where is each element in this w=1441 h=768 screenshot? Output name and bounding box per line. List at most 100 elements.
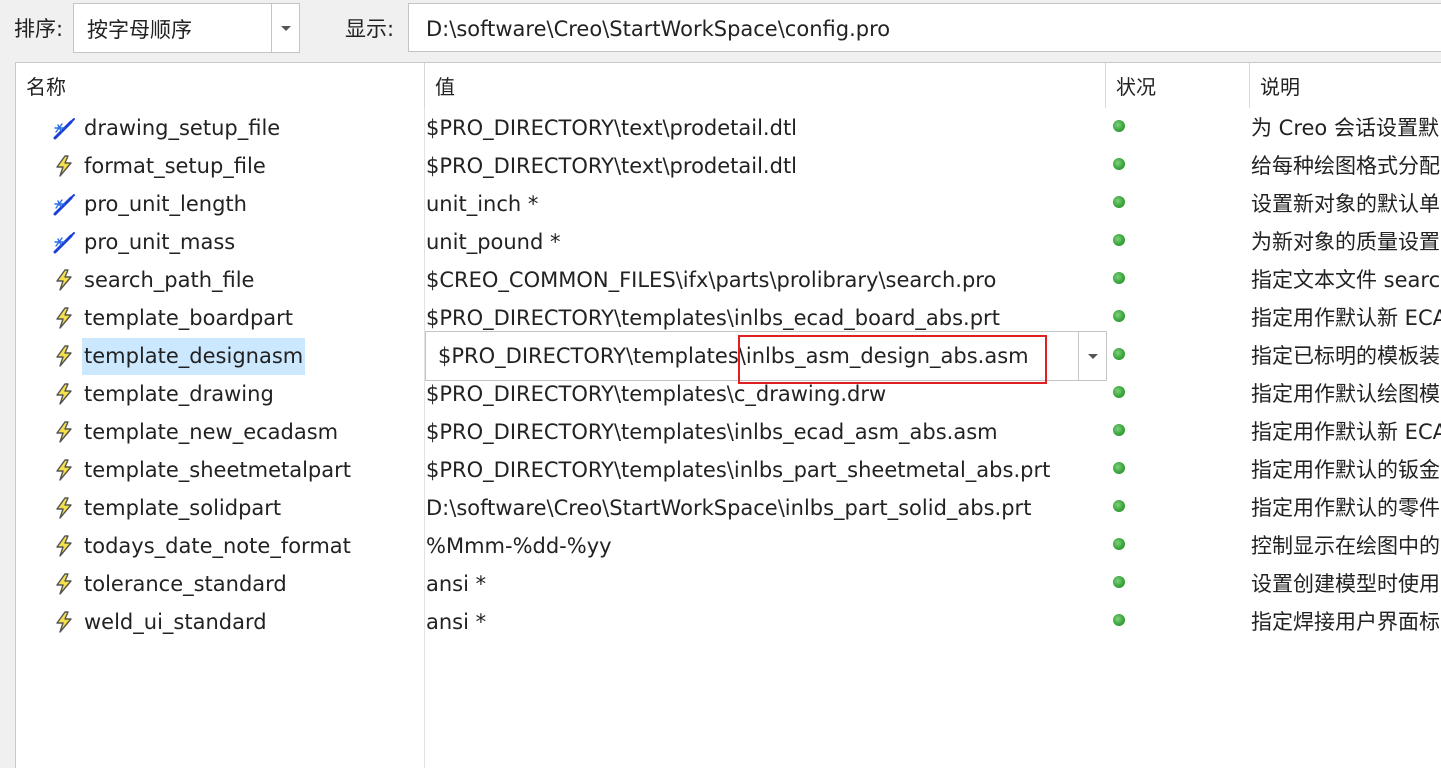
option-value[interactable]: $PRO_DIRECTORY\templates\inlbs_ecad_asm_…: [426, 413, 1116, 451]
option-description: 指定用作默认的零件: [1251, 496, 1440, 520]
option-value[interactable]: $PRO_DIRECTORY\templates\inlbs_part_shee…: [426, 451, 1116, 489]
row-name-cell[interactable]: tolerance_standard: [82, 565, 422, 603]
value-editor-dropdown-button[interactable]: [1078, 332, 1106, 380]
option-description: 为新对象的质量设置: [1251, 230, 1440, 254]
option-value[interactable]: unit_pound *: [426, 223, 1116, 261]
option-name: template_designasm: [82, 338, 306, 375]
status-ok-icon: [1113, 310, 1125, 322]
option-name: pro_unit_mass: [84, 230, 236, 254]
option-name: weld_ui_standard: [84, 610, 267, 634]
column-header-value-label: 值: [435, 75, 455, 99]
option-name: search_path_file: [84, 268, 255, 292]
row-name-cell[interactable]: drawing_setup_file: [82, 109, 422, 147]
row-name-cell[interactable]: pro_unit_mass: [82, 223, 422, 261]
row-name-cell[interactable]: format_setup_file: [82, 147, 422, 185]
status-ok-icon: [1113, 538, 1125, 550]
column-header-name[interactable]: 名称: [16, 63, 425, 108]
sort-dropdown-button[interactable]: [271, 4, 299, 52]
table-row[interactable]: pro_unit_mass unit_pound * 为新对象的质量设置: [16, 223, 1441, 261]
column-header-value[interactable]: 值: [425, 63, 1106, 108]
status-ok-icon: [1113, 576, 1125, 588]
row-name-cell[interactable]: template_new_ecadasm: [82, 413, 422, 451]
option-name: template_new_ecadasm: [84, 420, 339, 444]
table-row[interactable]: drawing_setup_file $PRO_DIRECTORY\text\pr…: [16, 109, 1441, 147]
status-ok-icon: [1113, 424, 1125, 436]
table-row[interactable]: pro_unit_length unit_inch * 设置新对象的默认单: [16, 185, 1441, 223]
lightning-icon: [52, 382, 76, 406]
status-cell: [1106, 489, 1246, 527]
column-header-status[interactable]: 状况: [1106, 63, 1250, 108]
status-cell: [1106, 261, 1246, 299]
toolbar: 排序: 按字母顺序 显示: D:\software\Creo\StartWork…: [0, 0, 1441, 62]
wand-icon: [52, 192, 76, 216]
row-name-cell[interactable]: weld_ui_standard: [82, 603, 422, 641]
option-name: template_drawing: [84, 382, 274, 406]
row-name-cell[interactable]: template_drawing: [82, 375, 422, 413]
row-name-cell[interactable]: search_path_file: [82, 261, 422, 299]
chevron-down-icon: [1087, 354, 1098, 359]
option-value[interactable]: ansi *: [426, 603, 1116, 641]
row-name-cell[interactable]: template_solidpart: [82, 489, 422, 527]
lightning-icon: [52, 496, 76, 520]
status-ok-icon: [1113, 120, 1125, 132]
table-header: 名称 值 状况 说明: [16, 63, 1441, 108]
option-description: 控制显示在绘图中的: [1251, 534, 1440, 558]
row-name-cell[interactable]: template_sheetmetalpart: [82, 451, 422, 489]
sort-dropdown-value: 按字母顺序: [87, 18, 192, 42]
status-cell: [1106, 147, 1246, 185]
status-ok-icon: [1113, 386, 1125, 398]
table-row[interactable]: todays_date_note_format %Mmm-%dd-%yy 控制显示在…: [16, 527, 1441, 565]
chevron-down-icon: [280, 26, 291, 31]
lightning-icon: [52, 344, 76, 368]
lightning-icon: [52, 268, 76, 292]
table-row[interactable]: search_path_file $CREO_COMMON_FILES\ifx\p…: [16, 261, 1441, 299]
table-row[interactable]: template_sheetmetalpart $PRO_DIRECTORY\te…: [16, 451, 1441, 489]
option-value[interactable]: $PRO_DIRECTORY\text\prodetail.dtl: [426, 147, 1116, 185]
row-name-cell[interactable]: todays_date_note_format: [82, 527, 422, 565]
option-name: todays_date_note_format: [84, 534, 351, 558]
option-value[interactable]: $CREO_COMMON_FILES\ifx\parts\prolibrary\…: [426, 261, 1116, 299]
status-cell: [1106, 299, 1246, 337]
status-cell: [1106, 375, 1246, 413]
lightning-icon: [52, 458, 76, 482]
option-description: 指定用作默认的钣金: [1251, 458, 1440, 482]
option-value[interactable]: unit_inch *: [426, 185, 1116, 223]
lightning-icon: [52, 420, 76, 444]
table-row[interactable]: format_setup_file $PRO_DIRECTORY\text\pro…: [16, 147, 1441, 185]
table-row[interactable]: template_new_ecadasm $PRO_DIRECTORY\templ…: [16, 413, 1441, 451]
sort-dropdown[interactable]: 按字母顺序: [73, 3, 300, 53]
column-header-desc-label: 说明: [1260, 75, 1300, 99]
status-cell: [1106, 413, 1246, 451]
row-name-cell[interactable]: template_designasm: [82, 337, 422, 375]
annotation-highlight-box: [738, 335, 1047, 384]
option-value[interactable]: ansi *: [426, 565, 1116, 603]
status-ok-icon: [1113, 158, 1125, 170]
status-cell: [1106, 451, 1246, 489]
status-cell: [1106, 565, 1246, 603]
row-name-cell[interactable]: template_boardpart: [82, 299, 422, 337]
config-path-field[interactable]: D:\software\Creo\StartWorkSpace\config.p…: [408, 3, 1441, 52]
column-header-desc[interactable]: 说明: [1250, 63, 1441, 108]
sort-label: 排序:: [14, 17, 64, 41]
column-header-name-label: 名称: [26, 75, 66, 99]
option-description: 指定用作默认新 ECA: [1251, 420, 1441, 444]
status-cell: [1106, 337, 1246, 375]
table-row[interactable]: template_solidpart D:\software\Creo\Start…: [16, 489, 1441, 527]
table-row[interactable]: weld_ui_standard ansi * 指定焊接用户界面标: [16, 603, 1441, 641]
status-ok-icon: [1113, 614, 1125, 626]
table-row[interactable]: tolerance_standard ansi * 设置创建模型时使用: [16, 565, 1441, 603]
wand-icon: [52, 230, 76, 254]
option-value[interactable]: D:\software\Creo\StartWorkSpace\inlbs_pa…: [426, 489, 1116, 527]
config-path-value: D:\software\Creo\StartWorkSpace\config.p…: [426, 17, 891, 41]
option-name: template_solidpart: [84, 496, 282, 520]
row-name-cell[interactable]: pro_unit_length: [82, 185, 422, 223]
option-name: tolerance_standard: [84, 572, 287, 596]
option-value[interactable]: $PRO_DIRECTORY\text\prodetail.dtl: [426, 109, 1116, 147]
option-name: format_setup_file: [84, 154, 266, 178]
option-value[interactable]: %Mmm-%dd-%yy: [426, 527, 1116, 565]
status-ok-icon: [1113, 196, 1125, 208]
status-ok-icon: [1113, 234, 1125, 246]
option-description: 设置新对象的默认单: [1251, 192, 1440, 216]
lightning-icon: [52, 534, 76, 558]
status-ok-icon: [1113, 348, 1125, 360]
